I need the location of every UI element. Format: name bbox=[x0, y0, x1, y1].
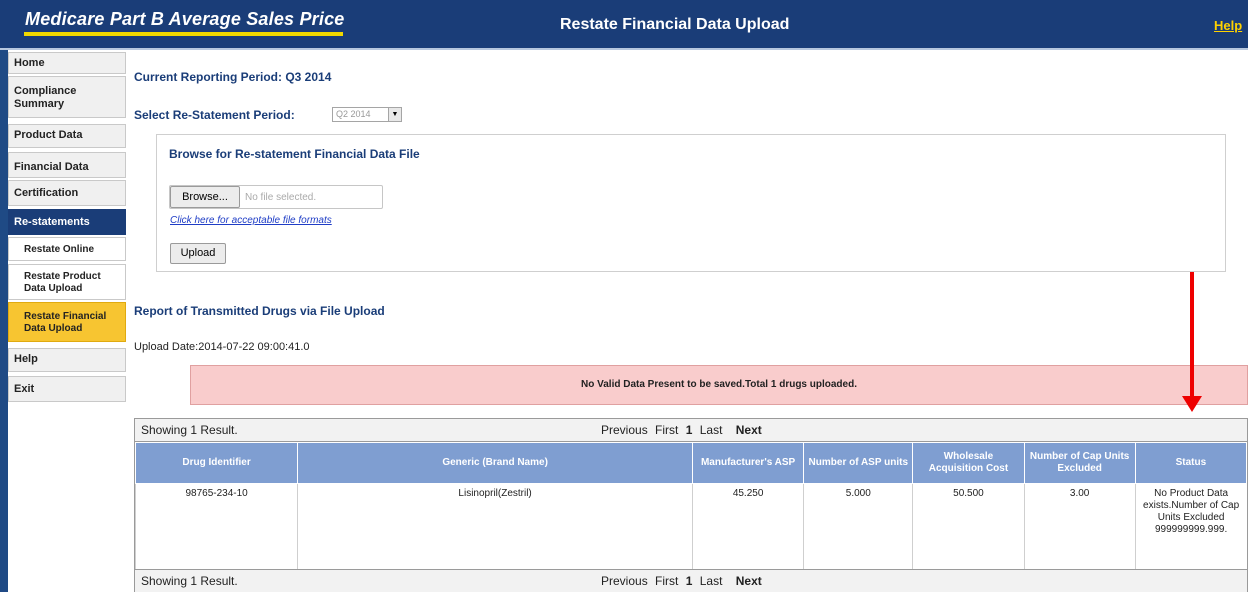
pager-previous-bottom[interactable]: Previous bbox=[601, 574, 648, 588]
pager-current-page-bottom: 1 bbox=[685, 574, 693, 588]
result-count: Showing 1 Result. bbox=[141, 423, 238, 437]
acceptable-formats-link[interactable]: Click here for acceptable file formats bbox=[170, 215, 332, 226]
sidebar-item-help[interactable]: Help bbox=[8, 348, 126, 372]
pager-bottom: Showing 1 Result. Previous First 1 Last … bbox=[135, 569, 1247, 592]
column-header-cap-units-excluded: Number of Cap Units Excluded bbox=[1023, 442, 1136, 484]
table-row: 98765-234-10 Lisinopril(Zestril) 45.250 … bbox=[134, 483, 1247, 572]
pager-last[interactable]: Last bbox=[700, 423, 723, 437]
pager-nav-bottom: Previous First 1 Last Next bbox=[601, 574, 766, 588]
sidebar-item-financial-data[interactable]: Financial Data bbox=[8, 152, 126, 178]
cell-wholesale-cost: 50.500 bbox=[912, 483, 1025, 572]
upload-panel: Browse for Re-statement Financial Data F… bbox=[156, 134, 1226, 272]
sidebar-item-restatements[interactable]: Re-statements bbox=[8, 209, 126, 235]
cell-manufacturer-asp: 45.250 bbox=[692, 483, 804, 572]
main-content: Current Reporting Period: Q3 2014 Select… bbox=[134, 50, 1248, 592]
app-title: Medicare Part B Average Sales Price bbox=[25, 9, 345, 29]
cell-cap-units-excluded: 3.00 bbox=[1023, 483, 1136, 572]
pager-nav-top: Previous First 1 Last Next bbox=[601, 423, 766, 437]
sidebar-item-product-data[interactable]: Product Data bbox=[8, 124, 126, 148]
drug-table: Drug Identifier Generic (Brand Name) Man… bbox=[134, 442, 1248, 572]
pager-first-bottom[interactable]: First bbox=[655, 574, 678, 588]
sidebar-item-exit[interactable]: Exit bbox=[8, 376, 126, 402]
restatement-period-label: Select Re-Statement Period: bbox=[134, 108, 295, 122]
column-header-generic-brand: Generic (Brand Name) bbox=[297, 442, 694, 484]
chevron-down-icon[interactable]: ▼ bbox=[388, 108, 401, 121]
pager-next[interactable]: Next bbox=[736, 423, 762, 437]
arrow-down-icon bbox=[1182, 396, 1202, 412]
report-heading: Report of Transmitted Drugs via File Upl… bbox=[134, 304, 385, 318]
annotation-arrow bbox=[1190, 272, 1194, 400]
header-help-link[interactable]: Help bbox=[1214, 18, 1242, 33]
cell-drug-identifier: 98765-234-10 bbox=[134, 483, 298, 572]
column-header-asp-units: Number of ASP units bbox=[803, 442, 914, 484]
current-reporting-period: Current Reporting Period: Q3 2014 bbox=[134, 70, 332, 84]
table-header-row: Drug Identifier Generic (Brand Name) Man… bbox=[134, 442, 1248, 484]
pager-current-page: 1 bbox=[685, 423, 693, 437]
app-title-underline bbox=[24, 32, 343, 36]
cell-asp-units: 5.000 bbox=[803, 483, 913, 572]
browse-heading: Browse for Re-statement Financial Data F… bbox=[169, 147, 420, 161]
pager-top: Showing 1 Result. Previous First 1 Last … bbox=[135, 419, 1247, 442]
file-selected-text: No file selected. bbox=[245, 192, 317, 203]
cell-status: No Product Data exists.Number of Cap Uni… bbox=[1134, 483, 1247, 572]
restatement-period-select[interactable]: Q2 2014 ▼ bbox=[332, 107, 402, 122]
error-banner: No Valid Data Present to be saved.Total … bbox=[190, 365, 1248, 405]
app-header: Medicare Part B Average Sales Price Rest… bbox=[0, 0, 1248, 50]
upload-date: Upload Date:2014-07-22 09:00:41.0 bbox=[134, 341, 310, 353]
restatement-period-value: Q2 2014 bbox=[336, 109, 371, 119]
results-grid: Showing 1 Result. Previous First 1 Last … bbox=[134, 418, 1248, 592]
sidebar-item-home[interactable]: Home bbox=[8, 52, 126, 74]
pager-previous[interactable]: Previous bbox=[601, 423, 648, 437]
pager-next-bottom[interactable]: Next bbox=[736, 574, 762, 588]
column-header-manufacturer-asp: Manufacturer's ASP bbox=[692, 442, 805, 484]
upload-button[interactable]: Upload bbox=[170, 243, 226, 264]
result-count-bottom: Showing 1 Result. bbox=[141, 574, 238, 588]
sidebar-subitem-restate-financial-data-upload[interactable]: Restate Financial Data Upload bbox=[8, 302, 126, 342]
sidebar-item-compliance-summary[interactable]: Compliance Summary bbox=[8, 76, 126, 118]
cell-generic-brand: Lisinopril(Zestril) bbox=[297, 483, 693, 572]
pager-first[interactable]: First bbox=[655, 423, 678, 437]
column-header-status: Status bbox=[1134, 442, 1248, 484]
sidebar-subitem-restate-online[interactable]: Restate Online bbox=[8, 237, 126, 261]
browse-button[interactable]: Browse... bbox=[170, 186, 240, 208]
page-heading: Restate Financial Data Upload bbox=[560, 16, 790, 33]
pager-last-bottom[interactable]: Last bbox=[700, 574, 723, 588]
sidebar-subitem-restate-product-data-upload[interactable]: Restate Product Data Upload bbox=[8, 264, 126, 300]
column-header-wholesale-cost: Wholesale Acquisition Cost bbox=[912, 442, 1025, 484]
sidebar-item-certification[interactable]: Certification bbox=[8, 180, 126, 206]
column-header-drug-identifier: Drug Identifier bbox=[134, 442, 299, 484]
left-edge-strip bbox=[0, 50, 8, 592]
